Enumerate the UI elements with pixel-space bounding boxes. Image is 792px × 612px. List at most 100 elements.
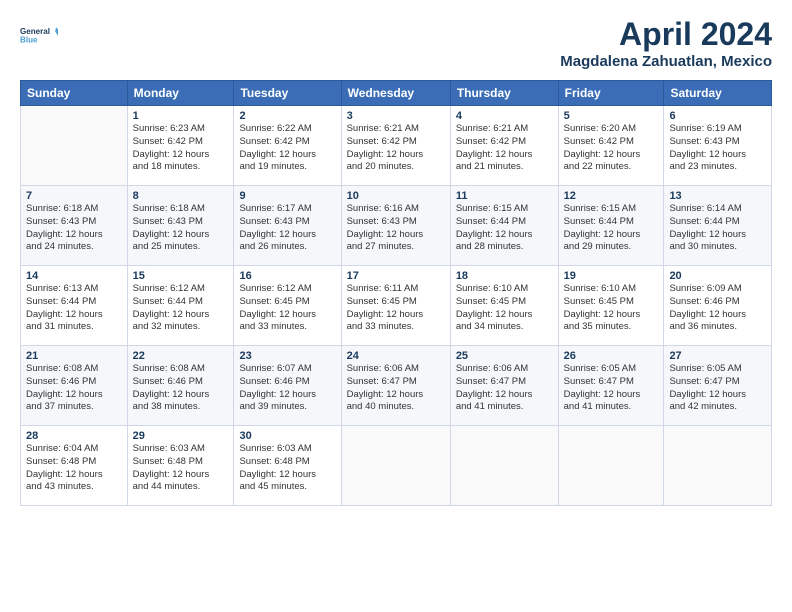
calendar-cell: 28Sunrise: 6:04 AM Sunset: 6:48 PM Dayli… — [21, 426, 128, 506]
day-info: Sunrise: 6:19 AM Sunset: 6:43 PM Dayligh… — [669, 123, 766, 174]
calendar-cell — [450, 426, 558, 506]
day-number: 9 — [239, 190, 335, 202]
calendar-cell: 30Sunrise: 6:03 AM Sunset: 6:48 PM Dayli… — [234, 426, 341, 506]
calendar-cell: 16Sunrise: 6:12 AM Sunset: 6:45 PM Dayli… — [234, 266, 341, 346]
calendar-cell: 24Sunrise: 6:06 AM Sunset: 6:47 PM Dayli… — [341, 346, 450, 426]
weekday-header: Tuesday — [234, 81, 341, 106]
day-info: Sunrise: 6:05 AM Sunset: 6:47 PM Dayligh… — [564, 363, 659, 414]
day-info: Sunrise: 6:10 AM Sunset: 6:45 PM Dayligh… — [564, 283, 659, 334]
day-number: 27 — [669, 350, 766, 362]
calendar-cell: 22Sunrise: 6:08 AM Sunset: 6:46 PM Dayli… — [127, 346, 234, 426]
day-number: 6 — [669, 110, 766, 122]
day-info: Sunrise: 6:09 AM Sunset: 6:46 PM Dayligh… — [669, 283, 766, 334]
day-info: Sunrise: 6:15 AM Sunset: 6:44 PM Dayligh… — [564, 203, 659, 254]
day-info: Sunrise: 6:13 AM Sunset: 6:44 PM Dayligh… — [26, 283, 122, 334]
day-info: Sunrise: 6:06 AM Sunset: 6:47 PM Dayligh… — [347, 363, 445, 414]
calendar-cell: 12Sunrise: 6:15 AM Sunset: 6:44 PM Dayli… — [558, 186, 664, 266]
day-number: 12 — [564, 190, 659, 202]
calendar-cell: 8Sunrise: 6:18 AM Sunset: 6:43 PM Daylig… — [127, 186, 234, 266]
calendar-cell: 5Sunrise: 6:20 AM Sunset: 6:42 PM Daylig… — [558, 106, 664, 186]
calendar-cell: 23Sunrise: 6:07 AM Sunset: 6:46 PM Dayli… — [234, 346, 341, 426]
day-info: Sunrise: 6:21 AM Sunset: 6:42 PM Dayligh… — [347, 123, 445, 174]
day-info: Sunrise: 6:18 AM Sunset: 6:43 PM Dayligh… — [133, 203, 229, 254]
calendar-cell: 29Sunrise: 6:03 AM Sunset: 6:48 PM Dayli… — [127, 426, 234, 506]
day-info: Sunrise: 6:07 AM Sunset: 6:46 PM Dayligh… — [239, 363, 335, 414]
calendar-cell — [21, 106, 128, 186]
day-number: 20 — [669, 270, 766, 282]
header: General Blue April 2024 Magdalena Zahuat… — [20, 16, 772, 70]
day-number: 15 — [133, 270, 229, 282]
calendar-cell: 1Sunrise: 6:23 AM Sunset: 6:42 PM Daylig… — [127, 106, 234, 186]
day-number: 19 — [564, 270, 659, 282]
calendar-cell: 17Sunrise: 6:11 AM Sunset: 6:45 PM Dayli… — [341, 266, 450, 346]
calendar-cell: 6Sunrise: 6:19 AM Sunset: 6:43 PM Daylig… — [664, 106, 772, 186]
day-number: 11 — [456, 190, 553, 202]
calendar-cell: 21Sunrise: 6:08 AM Sunset: 6:46 PM Dayli… — [21, 346, 128, 426]
calendar-cell: 3Sunrise: 6:21 AM Sunset: 6:42 PM Daylig… — [341, 106, 450, 186]
day-info: Sunrise: 6:11 AM Sunset: 6:45 PM Dayligh… — [347, 283, 445, 334]
weekday-header: Friday — [558, 81, 664, 106]
day-info: Sunrise: 6:22 AM Sunset: 6:42 PM Dayligh… — [239, 123, 335, 174]
calendar-cell: 26Sunrise: 6:05 AM Sunset: 6:47 PM Dayli… — [558, 346, 664, 426]
day-number: 10 — [347, 190, 445, 202]
weekday-header: Wednesday — [341, 81, 450, 106]
calendar-cell: 20Sunrise: 6:09 AM Sunset: 6:46 PM Dayli… — [664, 266, 772, 346]
calendar-table: SundayMondayTuesdayWednesdayThursdayFrid… — [20, 80, 772, 506]
title-block: April 2024 Magdalena Zahuatlan, Mexico — [560, 16, 772, 70]
day-info: Sunrise: 6:12 AM Sunset: 6:45 PM Dayligh… — [239, 283, 335, 334]
day-info: Sunrise: 6:03 AM Sunset: 6:48 PM Dayligh… — [133, 443, 229, 494]
day-info: Sunrise: 6:20 AM Sunset: 6:42 PM Dayligh… — [564, 123, 659, 174]
subtitle: Magdalena Zahuatlan, Mexico — [560, 53, 772, 70]
day-info: Sunrise: 6:18 AM Sunset: 6:43 PM Dayligh… — [26, 203, 122, 254]
weekday-header: Saturday — [664, 81, 772, 106]
calendar-cell: 10Sunrise: 6:16 AM Sunset: 6:43 PM Dayli… — [341, 186, 450, 266]
svg-text:General: General — [20, 27, 50, 36]
day-number: 28 — [26, 430, 122, 442]
calendar-cell: 19Sunrise: 6:10 AM Sunset: 6:45 PM Dayli… — [558, 266, 664, 346]
logo: General Blue — [20, 16, 58, 54]
weekday-header: Monday — [127, 81, 234, 106]
logo-svg: General Blue — [20, 16, 58, 54]
header-row: SundayMondayTuesdayWednesdayThursdayFrid… — [21, 81, 772, 106]
calendar-week-row: 14Sunrise: 6:13 AM Sunset: 6:44 PM Dayli… — [21, 266, 772, 346]
day-number: 8 — [133, 190, 229, 202]
calendar-cell: 11Sunrise: 6:15 AM Sunset: 6:44 PM Dayli… — [450, 186, 558, 266]
day-info: Sunrise: 6:15 AM Sunset: 6:44 PM Dayligh… — [456, 203, 553, 254]
calendar-week-row: 1Sunrise: 6:23 AM Sunset: 6:42 PM Daylig… — [21, 106, 772, 186]
day-info: Sunrise: 6:04 AM Sunset: 6:48 PM Dayligh… — [26, 443, 122, 494]
day-number: 14 — [26, 270, 122, 282]
calendar-week-row: 28Sunrise: 6:04 AM Sunset: 6:48 PM Dayli… — [21, 426, 772, 506]
main-title: April 2024 — [560, 16, 772, 53]
calendar-cell: 2Sunrise: 6:22 AM Sunset: 6:42 PM Daylig… — [234, 106, 341, 186]
weekday-header: Thursday — [450, 81, 558, 106]
day-info: Sunrise: 6:06 AM Sunset: 6:47 PM Dayligh… — [456, 363, 553, 414]
day-info: Sunrise: 6:10 AM Sunset: 6:45 PM Dayligh… — [456, 283, 553, 334]
page: General Blue April 2024 Magdalena Zahuat… — [0, 0, 792, 612]
day-number: 2 — [239, 110, 335, 122]
svg-text:Blue: Blue — [20, 36, 38, 45]
day-number: 7 — [26, 190, 122, 202]
day-number: 17 — [347, 270, 445, 282]
day-number: 24 — [347, 350, 445, 362]
calendar-cell: 4Sunrise: 6:21 AM Sunset: 6:42 PM Daylig… — [450, 106, 558, 186]
weekday-header: Sunday — [21, 81, 128, 106]
day-number: 3 — [347, 110, 445, 122]
day-number: 1 — [133, 110, 229, 122]
calendar-cell: 9Sunrise: 6:17 AM Sunset: 6:43 PM Daylig… — [234, 186, 341, 266]
calendar-cell: 18Sunrise: 6:10 AM Sunset: 6:45 PM Dayli… — [450, 266, 558, 346]
day-number: 23 — [239, 350, 335, 362]
day-number: 25 — [456, 350, 553, 362]
calendar-cell — [558, 426, 664, 506]
day-number: 21 — [26, 350, 122, 362]
calendar-cell: 27Sunrise: 6:05 AM Sunset: 6:47 PM Dayli… — [664, 346, 772, 426]
calendar-cell: 7Sunrise: 6:18 AM Sunset: 6:43 PM Daylig… — [21, 186, 128, 266]
calendar-cell: 13Sunrise: 6:14 AM Sunset: 6:44 PM Dayli… — [664, 186, 772, 266]
calendar-header: SundayMondayTuesdayWednesdayThursdayFrid… — [21, 81, 772, 106]
day-info: Sunrise: 6:21 AM Sunset: 6:42 PM Dayligh… — [456, 123, 553, 174]
day-number: 4 — [456, 110, 553, 122]
day-info: Sunrise: 6:16 AM Sunset: 6:43 PM Dayligh… — [347, 203, 445, 254]
day-info: Sunrise: 6:08 AM Sunset: 6:46 PM Dayligh… — [26, 363, 122, 414]
day-info: Sunrise: 6:05 AM Sunset: 6:47 PM Dayligh… — [669, 363, 766, 414]
calendar-cell: 15Sunrise: 6:12 AM Sunset: 6:44 PM Dayli… — [127, 266, 234, 346]
day-info: Sunrise: 6:14 AM Sunset: 6:44 PM Dayligh… — [669, 203, 766, 254]
